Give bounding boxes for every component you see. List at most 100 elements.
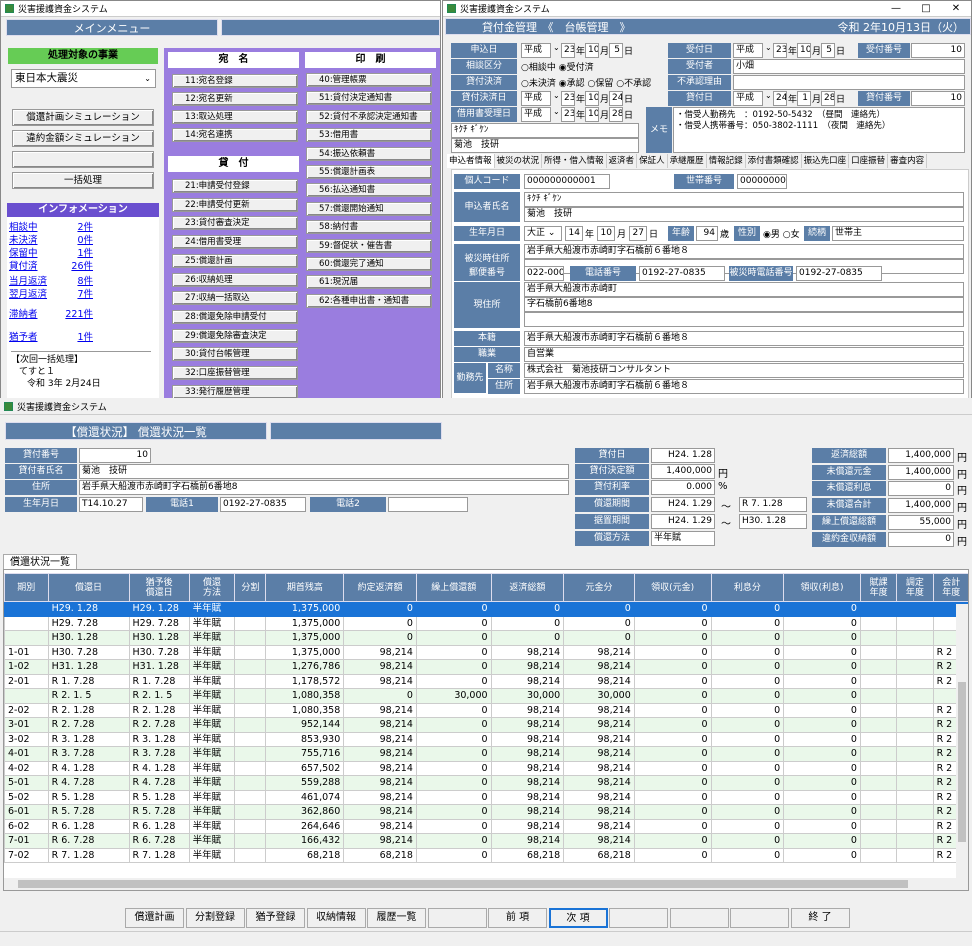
maximize-icon[interactable]: □ xyxy=(911,1,941,16)
table-row[interactable]: R 2. 1. 5R 2. 1. 5 半年賦 1,080,358 0 30,000 30,… xyxy=(4,688,968,704)
table-row[interactable]: 3-02 R 3. 1.28 R 3. 1.28 半年賦 853,930 98,214 0 9… xyxy=(4,731,968,747)
table-row[interactable]: 6-01 R 5. 7.28 R 5. 7.28 半年賦 362,860 98,214 0 9… xyxy=(4,804,968,820)
column-header[interactable]: 賦課 年度 xyxy=(859,573,898,602)
repay-bottom-button[interactable] xyxy=(609,908,668,928)
decision-date-era[interactable]: 平成 xyxy=(521,91,551,106)
work-addr-field[interactable]: 岩手県大船渡市赤崎町字石橋前６番地８ xyxy=(524,379,964,394)
table-row[interactable]: 1-02 H31. 1.28 H31. 1.28 半年賦 1,276,786 98,214… xyxy=(4,659,968,675)
ledger-tab[interactable]: 情報記録 xyxy=(707,154,746,168)
table-row[interactable]: H30. 1.28 H30. 1.28 半年賦 1,375,000 0 0 0 0 0 0 0 xyxy=(4,630,968,646)
column-header[interactable]: 返済総額 xyxy=(490,573,565,602)
table-row[interactable]: H29. 1.28 H29. 1.28 半年賦 1,375,000 0 0 0 0 0 0 0 xyxy=(4,601,968,617)
menu-loan-item[interactable]: 29:償還免除審査決定 xyxy=(172,328,298,343)
postal-field[interactable]: 022-0002 xyxy=(524,266,564,281)
birth-day[interactable]: 27 xyxy=(629,226,647,241)
column-header[interactable]: 償還日 xyxy=(47,573,130,602)
receipt-date-m[interactable]: 10 xyxy=(797,43,811,58)
info-link-next-month[interactable]: 翌月返済 7件 xyxy=(9,288,93,301)
menu-loan-item[interactable]: 22:申請受付更新 xyxy=(172,197,298,212)
table-row[interactable]: 5-02 R 5. 1.28 R 5. 1.28 半年賦 461,074 98,214 0 9… xyxy=(4,789,968,805)
repay-bottom-button[interactable]: 前 項 xyxy=(488,908,547,928)
work-name-field[interactable]: 株式会社 菊池技研コンサルタント xyxy=(524,363,964,378)
menu-loan-item[interactable]: 25:償還計画 xyxy=(172,253,298,268)
job-field[interactable]: 自営業 xyxy=(524,347,964,362)
column-header[interactable]: 利息分 xyxy=(710,573,785,602)
app-date-era[interactable]: 平成 xyxy=(521,43,551,58)
current-addr-field-2[interactable]: 字石橋前6番地8 xyxy=(524,297,964,312)
menu-loan-item[interactable]: 28:償還免除申請受付 xyxy=(172,309,298,324)
relation-field[interactable]: 世帯主 xyxy=(832,226,964,241)
disaster-phone-field[interactable]: 0192-27-0835 xyxy=(796,266,882,281)
list-tab[interactable]: 償還状況一覧 xyxy=(3,554,77,570)
menu-loan-item[interactable]: 23:貸付審査決定 xyxy=(172,216,298,231)
menu-loan-item[interactable]: 32:口座振替管理 xyxy=(172,366,298,380)
batch-button[interactable]: 一括処理 xyxy=(12,172,154,189)
repay-bottom-button[interactable]: 次 項 xyxy=(548,908,608,928)
blank-button[interactable] xyxy=(12,151,154,168)
info-link-this-month[interactable]: 当月返済 8件 xyxy=(9,275,93,288)
loan-date-era[interactable]: 平成 xyxy=(733,91,763,106)
loan-date-m[interactable]: 1 xyxy=(797,91,811,106)
menu-print-item[interactable]: 40:管理帳票 xyxy=(306,73,432,87)
receipt-date-d[interactable]: 5 xyxy=(821,43,835,58)
close-icon[interactable]: ✕ xyxy=(941,1,971,16)
ledger-tab[interactable]: 審査内容 xyxy=(888,154,928,168)
menu-print-item[interactable]: 61:現況届 xyxy=(306,275,432,290)
household-field[interactable]: 000000001 xyxy=(737,174,787,189)
loan-date-d[interactable]: 28 xyxy=(821,91,835,106)
table-row[interactable]: 4-01 R 3. 7.28 R 3. 7.28 半年賦 755,716 98,214 0 9… xyxy=(4,746,968,762)
menu-print-item[interactable]: 54:振込依頼書 xyxy=(306,146,432,161)
menu-loan-item[interactable]: 24:借用書受理 xyxy=(172,235,298,250)
table-row[interactable]: 3-01 R 2. 7.28 R 2. 7.28 半年賦 952,144 98,214 0 9… xyxy=(4,717,968,733)
horizontal-scrollbar[interactable] xyxy=(4,878,968,890)
table-row[interactable]: 1-01 H30. 7.28 H30. 7.28 半年賦 1,375,000 98,214… xyxy=(4,644,968,660)
menu-print-item[interactable]: 62:各種申出書・通知書 xyxy=(306,293,432,308)
phone-field[interactable]: 0192-27-0835 xyxy=(639,266,725,281)
current-addr-field[interactable]: 岩手県大船渡市赤崎町 xyxy=(524,282,964,297)
menu-print-item[interactable]: 52:貸付不承認決定通知書 xyxy=(306,109,432,124)
ledger-tab[interactable]: 振込先口座 xyxy=(802,154,850,168)
menu-print-item[interactable]: 57:償還開始通知 xyxy=(306,201,432,216)
menu-loan-item[interactable]: 33:発行履歴管理 xyxy=(172,384,298,399)
sex-radio-group[interactable]: ◉男 ○女 xyxy=(763,227,800,240)
menu-print-item[interactable]: 60:償還完了通知 xyxy=(306,257,432,271)
ledger-tab[interactable]: 申込者情報 xyxy=(447,154,495,168)
info-link-deferred[interactable]: 猶予者 1件 xyxy=(9,331,93,344)
menu-print-item[interactable]: 53:借用書 xyxy=(306,128,432,143)
reject-field[interactable] xyxy=(733,75,965,90)
menu-loan-item[interactable]: 30:貸付台帳管理 xyxy=(172,347,298,362)
repay-bottom-button[interactable]: 終 了 xyxy=(790,908,850,928)
table-row[interactable]: 7-01 R 6. 7.28 R 6. 7.28 半年賦 166,432 98,214 0 9… xyxy=(4,833,968,849)
memo-field[interactable]: ・借受人勤務先 ：0192-50-5432 （昼間 連絡先） ・借受人携帯番号：0… xyxy=(673,107,965,153)
receipt-borrow-date-era[interactable]: 平成 xyxy=(521,107,551,122)
column-header[interactable]: 期首残高 xyxy=(265,573,345,602)
menu-print-item[interactable]: 58:納付書 xyxy=(306,220,432,235)
name-field[interactable]: 菊池 技研 xyxy=(451,138,639,153)
ledger-tab[interactable]: 口座振替 xyxy=(849,154,889,168)
repay-bottom-button[interactable] xyxy=(427,908,487,928)
menu-address-item[interactable]: 12:宛名更新 xyxy=(172,92,298,106)
repay-bottom-button[interactable] xyxy=(730,908,789,928)
current-addr-field-3[interactable] xyxy=(524,312,964,327)
info-link-pending[interactable]: 保留中 1件 xyxy=(9,247,93,260)
column-header[interactable]: 約定返済額 xyxy=(343,573,417,602)
receipt-date-era[interactable]: 平成 xyxy=(733,43,763,58)
menu-print-item[interactable]: 51:貸付決定通知書 xyxy=(306,91,432,106)
disaster-addr-field[interactable]: 岩手県大船渡市赤崎町字石橋前６番地８ xyxy=(524,244,964,259)
kana-field[interactable]: ｷｸﾁ ｷﾞｹﾝ xyxy=(451,123,639,138)
column-header[interactable]: 猶予後 償還日 xyxy=(128,573,190,602)
menu-address-item[interactable]: 13:取込処理 xyxy=(172,110,298,124)
column-header[interactable]: 繰上償還額 xyxy=(415,573,492,602)
menu-loan-item[interactable]: 26:収納処理 xyxy=(172,272,298,287)
birth-era-select[interactable]: 大正 ⌄ xyxy=(524,226,562,241)
column-header[interactable]: 調定 年度 xyxy=(896,573,934,602)
menu-loan-item[interactable]: 27:収納一括取込 xyxy=(172,291,298,306)
personal-code-field[interactable]: 000000000001 xyxy=(524,174,610,189)
ledger-tab[interactable]: 返済者 xyxy=(607,154,638,168)
decision-date-d[interactable]: 24 xyxy=(609,91,623,106)
ledger-tab[interactable]: 所得・借入情報 xyxy=(542,154,607,168)
receipt-date-y[interactable]: 23 xyxy=(773,43,787,58)
table-row[interactable]: 6-02 R 6. 1.28 R 6. 1.28 半年賦 264,646 98,214 0 9… xyxy=(4,818,968,834)
loan-no-field[interactable]: 10 xyxy=(911,91,965,106)
app-date-d[interactable]: 5 xyxy=(609,43,623,58)
